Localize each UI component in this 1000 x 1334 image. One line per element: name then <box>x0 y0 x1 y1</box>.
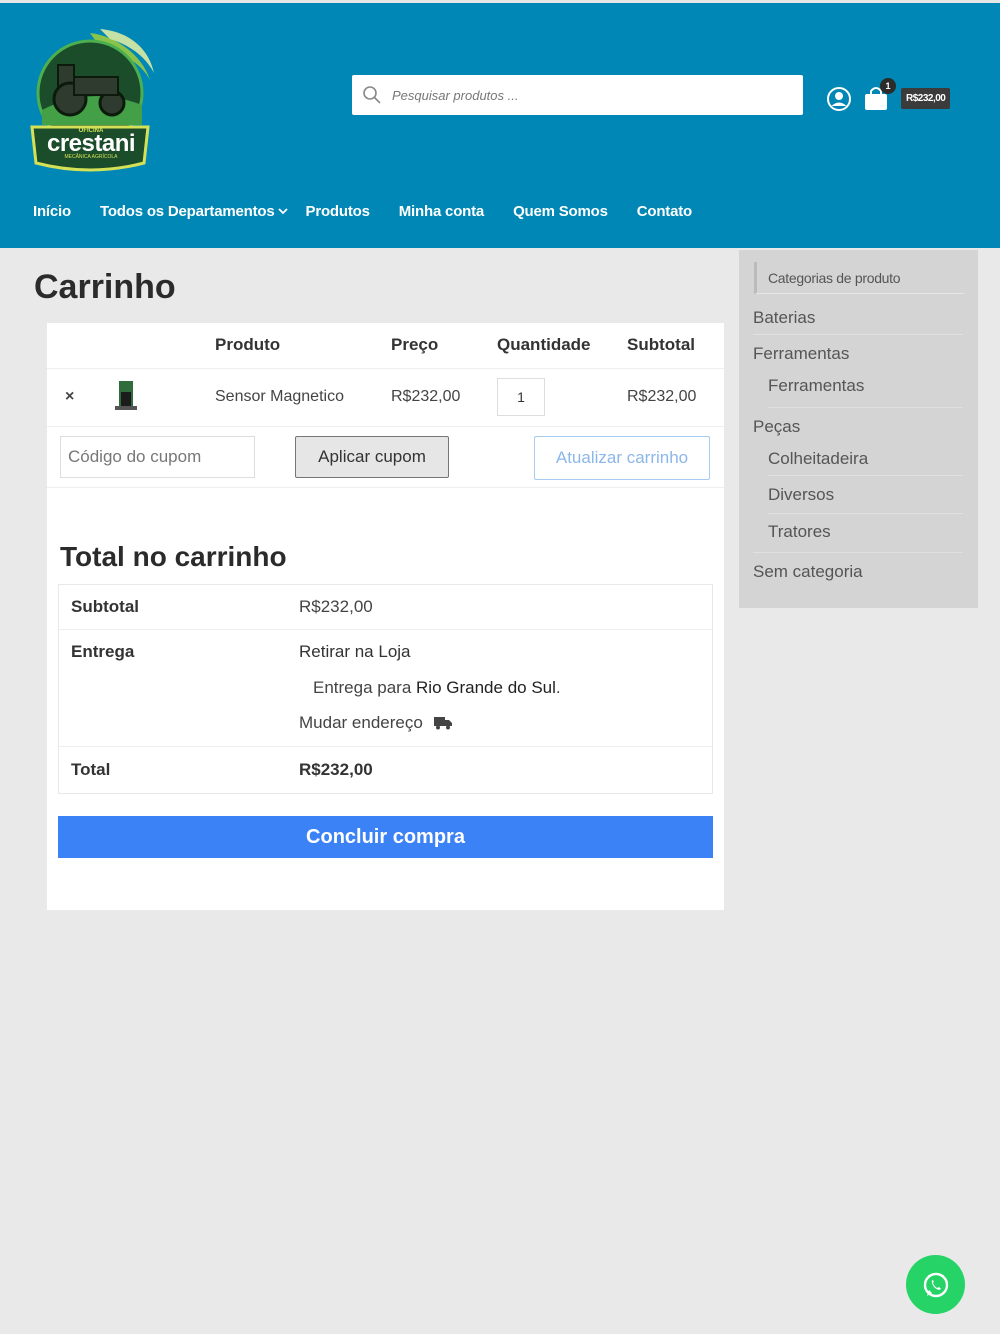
sidebar-item-pecas[interactable]: Peças <box>753 417 800 437</box>
coupon-input[interactable]: Código do cupom <box>60 436 255 478</box>
remove-col-header <box>47 323 95 369</box>
update-cart-button[interactable]: Atualizar carrinho <box>534 436 710 480</box>
nav-item-contato[interactable]: Contato <box>637 203 692 220</box>
search-input[interactable] <box>392 87 772 103</box>
cart-totals-title: Total no carrinho <box>60 541 287 572</box>
totals-total-row: Total R$232,00 <box>59 747 712 793</box>
sidebar-item-baterias[interactable]: Baterias <box>753 308 815 328</box>
product-price: R$232,00 <box>391 368 497 427</box>
site-logo[interactable]: OFICINA crestani MECÂNICA AGRÍCOLA <box>30 25 158 175</box>
sidebar-subitem-colheitadeira[interactable]: Colheitadeira <box>768 449 868 469</box>
search-icon[interactable] <box>352 75 392 115</box>
subtotal-value: R$232,00 <box>299 597 373 616</box>
whatsapp-button[interactable] <box>906 1255 965 1314</box>
cart-panel: Produto Preço Quantidade Subtotal × Sens… <box>47 323 724 910</box>
divider <box>753 552 963 553</box>
account-icon[interactable] <box>826 86 852 112</box>
sidebar-subitem-diversos[interactable]: Diversos <box>768 485 834 505</box>
total-label: Total <box>71 760 111 779</box>
total-value: R$232,00 <box>299 760 373 779</box>
quantity-col-header: Quantidade <box>497 323 627 369</box>
subtotal-label: Subtotal <box>71 597 139 616</box>
nav-item-produtos[interactable]: Produtos <box>306 203 370 220</box>
product-subtotal: R$232,00 <box>627 368 724 427</box>
checkout-button[interactable]: Concluir compra <box>58 816 713 858</box>
chevron-down-icon <box>277 203 288 220</box>
quantity-cell: 1 <box>497 368 627 427</box>
totals-subtotal-row: Subtotal R$232,00 <box>59 585 712 630</box>
logo-sub-text: MECÂNICA AGRÍCOLA <box>64 154 118 160</box>
truck-icon <box>433 717 452 730</box>
nav-item-minha-conta[interactable]: Minha conta <box>399 203 485 220</box>
shipping-dest-prefix: Entrega para <box>313 678 412 697</box>
cart-totals-table: Subtotal R$232,00 Entrega Retirar na Loj… <box>58 584 713 794</box>
product-col-header: Produto <box>215 323 391 369</box>
site-header: OFICINA crestani MECÂNICA AGRÍCOLA 1 R$2… <box>0 0 1000 248</box>
quantity-input[interactable]: 1 <box>497 378 545 416</box>
price-col-header: Preço <box>391 323 497 369</box>
sidebar-title: Categorias de produto <box>754 262 964 294</box>
shipping-dest-state: Rio Grande do Sul <box>416 678 556 697</box>
whatsapp-icon <box>923 1272 948 1297</box>
product-thumbnail[interactable] <box>109 377 143 412</box>
sidebar-subitem-ferramentas[interactable]: Ferramentas <box>768 376 864 396</box>
apply-coupon-button[interactable]: Aplicar cupom <box>295 436 449 478</box>
nav-item-departamentos-label: Todos os Departamentos <box>99 203 275 220</box>
cart-total-badge[interactable]: R$232,00 <box>901 88 951 109</box>
search-box <box>352 75 803 115</box>
cart-item-row: × Sensor Magnetico R$232,00 1 R$232,00 <box>47 368 724 427</box>
nav-item-quem-somos[interactable]: Quem Somos <box>513 203 608 220</box>
page-title: Carrinho <box>34 268 176 306</box>
shipping-destination: Entrega para Rio Grande do Sul. <box>313 678 561 698</box>
cart-count-badge: 1 <box>880 78 896 94</box>
nav-item-inicio[interactable]: Início <box>33 203 71 220</box>
thumb-col-header <box>95 323 215 369</box>
shipping-label: Entrega <box>71 642 135 661</box>
product-name[interactable]: Sensor Magnetico <box>215 368 391 427</box>
remove-item-icon[interactable]: × <box>47 368 95 427</box>
shipping-method: Retirar na Loja <box>299 642 411 661</box>
divider <box>768 513 963 514</box>
product-thumbnail-cell <box>95 368 215 427</box>
divider <box>753 334 963 335</box>
sidebar-item-sem-categoria[interactable]: Sem categoria <box>753 562 863 582</box>
change-address-link[interactable]: Mudar endereço <box>299 713 453 733</box>
divider <box>768 475 963 476</box>
subtotal-col-header: Subtotal <box>627 323 724 369</box>
product-categories-sidebar: Categorias de produto Baterias Ferrament… <box>739 250 978 608</box>
coupon-row: Código do cupom Aplicar cupom Atualizar … <box>47 426 724 488</box>
shipping-dest-period: . <box>555 678 561 697</box>
change-address-label: Mudar endereço <box>299 713 423 732</box>
main-nav: Início Todos os Departamentos Produtos M… <box>33 203 721 220</box>
sidebar-item-ferramentas[interactable]: Ferramentas <box>753 344 849 364</box>
cart-table: Produto Preço Quantidade Subtotal × Sens… <box>47 323 724 427</box>
nav-item-departamentos[interactable]: Todos os Departamentos <box>100 203 288 220</box>
divider <box>768 407 963 408</box>
totals-shipping-row: Entrega Retirar na Loja Entrega para Rio… <box>59 630 712 747</box>
sidebar-subitem-tratores[interactable]: Tratores <box>768 522 831 542</box>
cart-table-header: Produto Preço Quantidade Subtotal <box>47 323 724 369</box>
